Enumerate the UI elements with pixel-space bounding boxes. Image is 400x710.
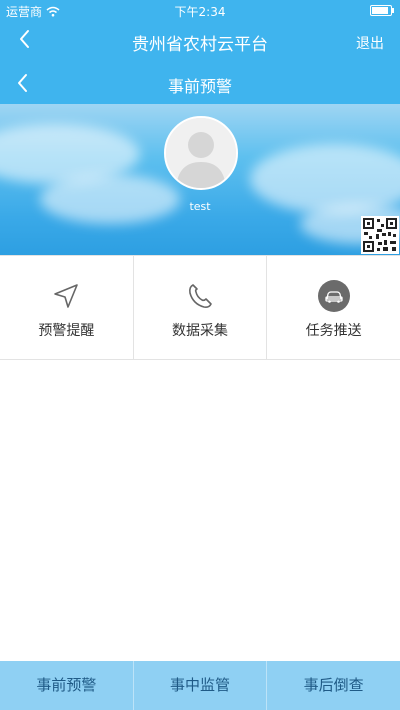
function-grid: 预警提醒 数据采集 任务推送 [0,255,400,360]
cloud-decoration [40,174,180,224]
avatar[interactable] [164,116,238,190]
grid-item-task-push[interactable]: 任务推送 [267,256,400,359]
grid-item-warning[interactable]: 预警提醒 [0,256,134,359]
page-title: 事前预警 [167,77,232,96]
bottom-tab-bar: 事前预警 事中监管 事后倒查 [0,661,400,710]
tab-post-investigation[interactable]: 事后倒查 [267,661,400,710]
qr-code-icon[interactable] [361,216,399,254]
grid-item-data-collection[interactable]: 数据采集 [134,256,268,359]
page-header: 事前预警 [0,62,400,104]
battery-icon [370,5,394,16]
status-time: 下午2:34 [174,5,226,19]
grid-item-label: 数据采集 [172,323,228,339]
user-silhouette-icon [166,118,236,188]
grid-item-label: 预警提醒 [38,323,95,339]
navigation-arrow-icon [54,284,79,308]
app-header: 贵州省农村云平台 退出 [0,20,400,62]
username-label: test [189,200,211,213]
logout-button[interactable]: 退出 [356,33,384,53]
app-title: 贵州省农村云平台 [132,35,268,55]
tab-pre-warning[interactable]: 事前预警 [0,661,134,710]
battery-fill [372,7,389,14]
status-bar: 运营商 下午2:34 [0,0,400,20]
grid-item-label: 任务推送 [305,323,362,339]
profile-banner: test [0,104,400,255]
car-icon [317,280,350,312]
phone-icon [189,284,212,308]
tab-supervision[interactable]: 事中监管 [134,661,268,710]
